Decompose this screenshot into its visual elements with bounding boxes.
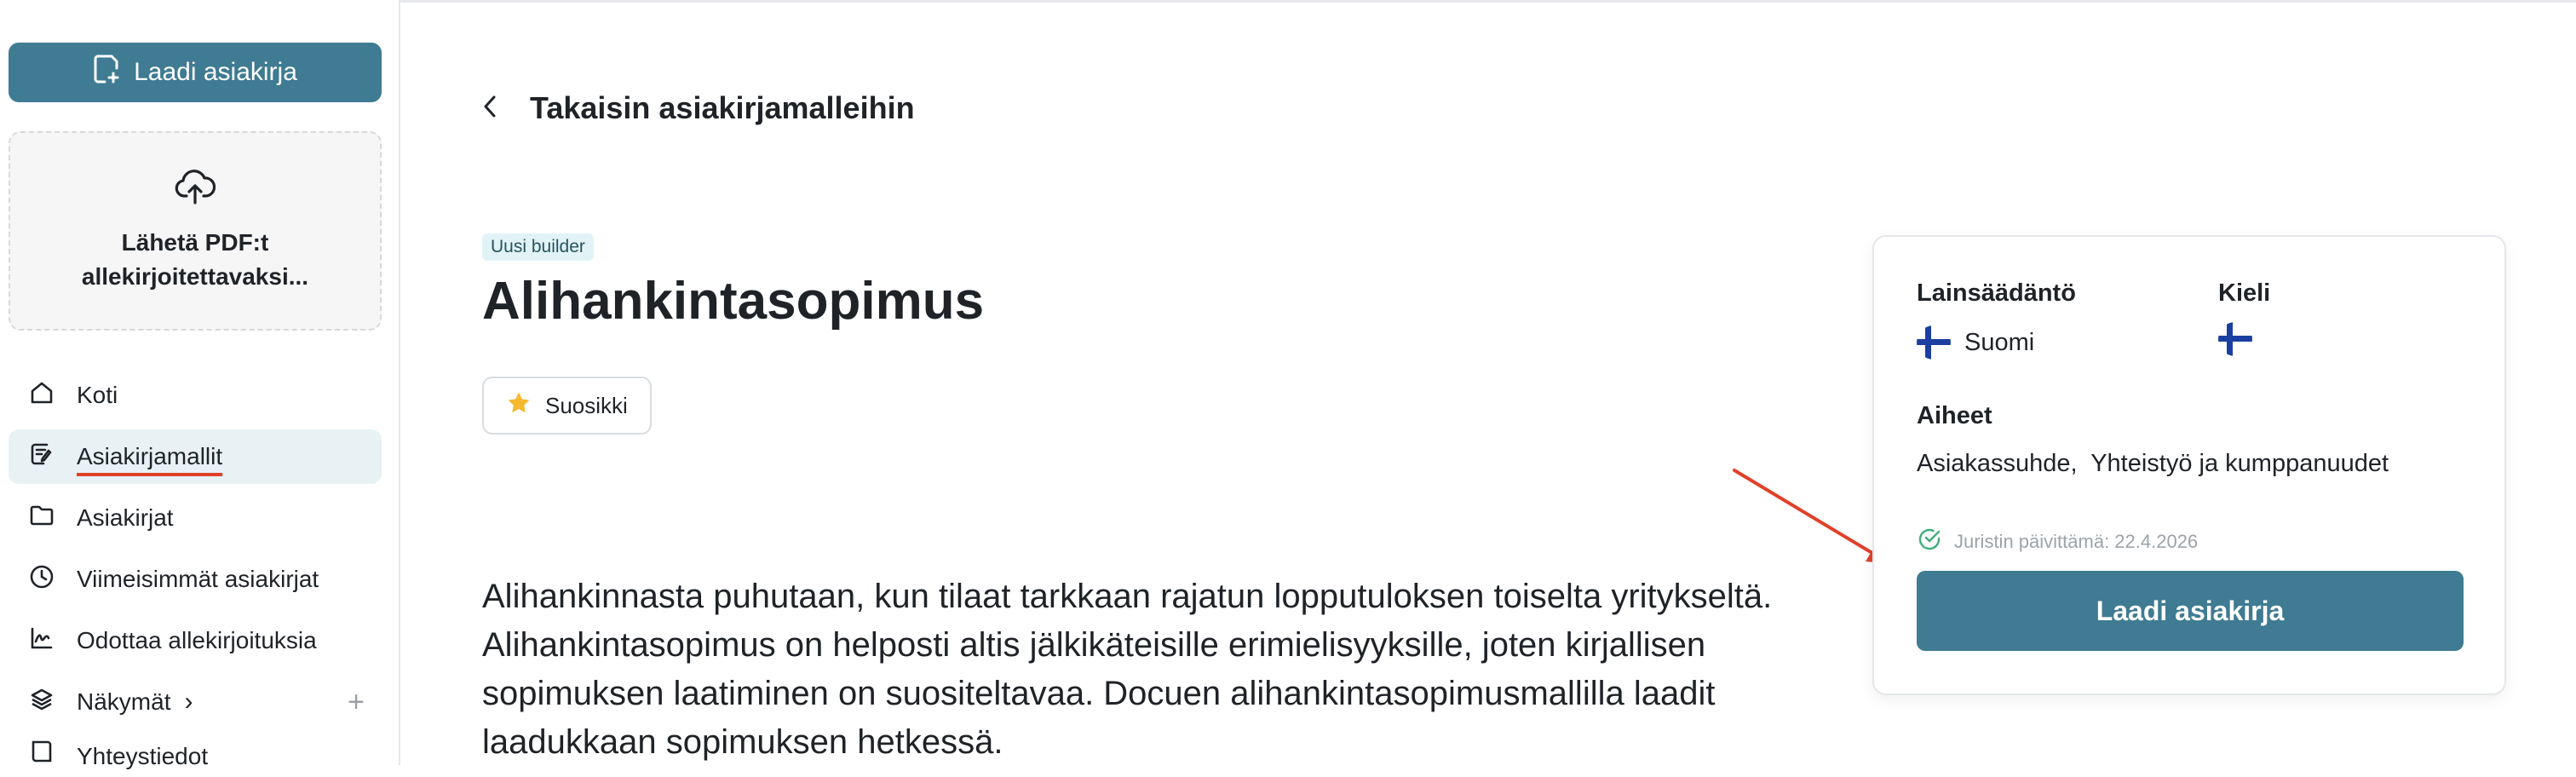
add-view-button[interactable]: +	[348, 686, 365, 719]
sidebar-item-label: Yhteystiedot	[77, 743, 209, 769]
back-to-templates-link[interactable]: Takaisin asiakirjamalleihin	[482, 90, 915, 126]
signature-icon	[29, 625, 55, 657]
back-label: Takaisin asiakirjamalleihin	[530, 90, 915, 125]
chevron-right-icon[interactable]: ›	[184, 688, 193, 717]
home-icon	[29, 380, 55, 412]
top-border	[400, 0, 2576, 3]
sidebar-nav: Koti Asiakirjamallit Asiakirjat Viimeisi…	[9, 368, 382, 777]
template-description: Alihankinnasta puhutaan, kun tilaat tark…	[482, 578, 1773, 761]
new-builder-badge: Uusi builder	[482, 233, 594, 261]
favorite-button[interactable]: Suosikki	[482, 377, 652, 435]
upload-cloud-icon	[175, 169, 216, 226]
template-info-card: Lainsäädäntö Suomi Kieli Aiheet Asiakass…	[1872, 235, 2506, 695]
create-document-cta-button[interactable]: Laadi asiakirja	[1917, 571, 2464, 651]
create-document-label: Laadi asiakirja	[134, 58, 297, 86]
jurisdiction-heading: Lainsäädäntö	[1917, 279, 2076, 307]
sidebar-item-documents[interactable]: Asiakirjat	[9, 491, 382, 545]
sidebar-item-home[interactable]: Koti	[9, 368, 382, 423]
create-document-button[interactable]: Laadi asiakirja	[9, 43, 382, 102]
upload-text: Lähetä PDF:t allekirjoitettavaksi...	[81, 228, 309, 290]
star-icon	[506, 390, 532, 422]
page-title: Alihankintasopimus	[482, 272, 985, 331]
lawyer-updated-note: Juristin päivittämä: 22.4.2026	[1917, 527, 2198, 557]
sidebar-item-templates[interactable]: Asiakirjamallit	[9, 429, 382, 484]
new-document-icon	[93, 54, 120, 91]
jurisdiction-value: Suomi	[1964, 329, 2035, 356]
favorite-label: Suosikki	[545, 392, 628, 418]
topics-value: Asiakassuhde, Yhteistyö ja kumppanuudet	[1917, 450, 2389, 477]
finland-flag-icon	[2218, 322, 2252, 356]
topics-heading: Aiheet	[1917, 402, 1992, 429]
check-circle-icon	[1917, 527, 1942, 557]
upload-pdf-dropzone[interactable]: Lähetä PDF:t allekirjoitettavaksi...	[9, 131, 382, 331]
sidebar-item-contacts[interactable]: Yhteystiedot	[9, 736, 382, 770]
sidebar-item-label: Näkymät	[77, 688, 171, 715]
book-icon	[29, 739, 55, 770]
sidebar-item-views[interactable]: Näkymät › +	[9, 675, 382, 729]
sidebar-item-recent[interactable]: Viimeisimmät asiakirjat	[9, 552, 382, 607]
chevron-left-icon	[482, 94, 497, 124]
sidebar-item-awaiting-signatures[interactable]: Odottaa allekirjoituksia	[9, 613, 382, 668]
sidebar-item-label: Asiakirjamallit	[77, 443, 223, 469]
updated-text: Juristin päivittämä: 22.4.2026	[1954, 531, 2199, 552]
language-heading: Kieli	[2218, 279, 2271, 307]
sidebar-item-label: Asiakirjat	[77, 504, 174, 531]
sidebar: Laadi asiakirja Lähetä PDF:t allekirjoit…	[0, 0, 400, 769]
sidebar-item-label: Koti	[77, 382, 118, 408]
finland-flag-icon	[1917, 325, 1951, 360]
clock-icon	[29, 564, 55, 596]
sidebar-item-label: Viimeisimmät asiakirjat	[77, 566, 319, 592]
sidebar-item-label: Odottaa allekirjoituksia	[77, 627, 317, 653]
template-icon	[29, 441, 55, 473]
folder-icon	[29, 503, 55, 534]
layers-icon	[29, 687, 55, 718]
